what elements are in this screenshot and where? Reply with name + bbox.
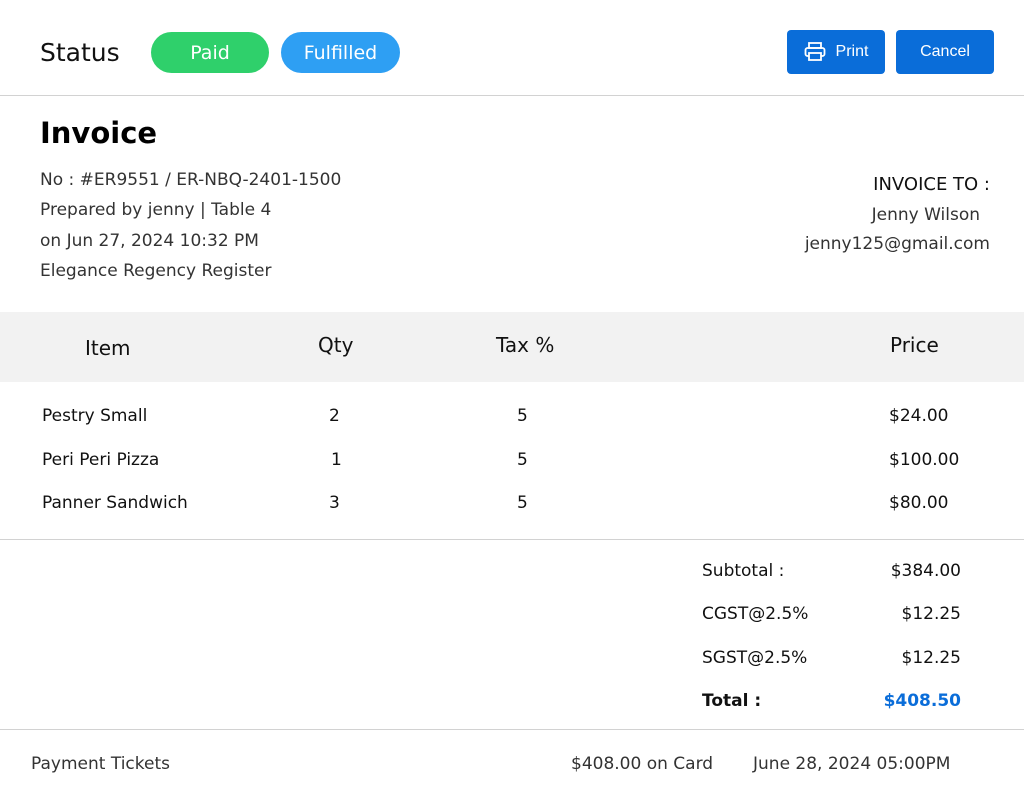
customer-email: jenny125@gmail.com xyxy=(804,234,990,254)
items-divider xyxy=(0,539,1024,540)
row-price: $80.00 xyxy=(889,493,949,513)
invoice-title: Invoice xyxy=(40,116,158,150)
row-item: Peri Peri Pizza xyxy=(42,450,160,470)
column-header-tax: Tax % xyxy=(496,333,555,357)
total-label: Total : xyxy=(702,691,762,711)
subtotal-value: $384.00 xyxy=(890,561,961,581)
header-divider xyxy=(0,95,1024,96)
cgst-label: CGST@2.5% xyxy=(702,604,809,624)
row-qty: 3 xyxy=(329,493,340,513)
row-qty: 1 xyxy=(331,450,342,470)
sgst-value: $12.25 xyxy=(901,648,961,668)
row-price: $24.00 xyxy=(889,406,949,426)
totals-divider xyxy=(0,729,1024,730)
row-item: Pestry Small xyxy=(42,406,148,426)
row-qty: 2 xyxy=(329,406,340,426)
payment-amount: $408.00 on Card xyxy=(571,754,714,774)
column-header-qty: Qty xyxy=(318,333,354,357)
status-label: Status xyxy=(40,38,120,67)
row-tax: 5 xyxy=(517,406,528,426)
prepared-by: Prepared by jenny | Table 4 xyxy=(40,200,272,220)
items-table-header: Item Qty Tax % Price xyxy=(0,312,1024,382)
total-value: $408.50 xyxy=(883,691,961,711)
printer-icon xyxy=(804,42,826,62)
cgst-value: $12.25 xyxy=(901,604,961,624)
sgst-label: SGST@2.5% xyxy=(702,648,808,668)
invoice-to-label: INVOICE TO : xyxy=(873,174,990,195)
register-name: Elegance Regency Register xyxy=(40,261,272,281)
paid-badge: Paid xyxy=(151,32,269,73)
column-header-price: Price xyxy=(890,333,939,357)
column-header-item: Item xyxy=(85,336,131,360)
subtotal-label: Subtotal : xyxy=(702,561,785,581)
invoice-number: No : #ER9551 / ER-NBQ-2401-1500 xyxy=(40,170,342,190)
row-tax: 5 xyxy=(517,493,528,513)
invoice-date: on Jun 27, 2024 10:32 PM xyxy=(40,231,259,251)
row-tax: 5 xyxy=(517,450,528,470)
payment-date: June 28, 2024 05:00PM xyxy=(753,754,951,774)
row-item: Panner Sandwich xyxy=(42,493,188,513)
payment-tickets-label: Payment Tickets xyxy=(31,754,170,774)
invoice-page: Status Paid Fulfilled Print Cancel Invoi… xyxy=(0,0,1024,803)
row-price: $100.00 xyxy=(889,450,960,470)
customer-name: Jenny Wilson xyxy=(871,205,980,225)
print-button[interactable]: Print xyxy=(787,30,885,74)
cancel-button[interactable]: Cancel xyxy=(896,30,994,74)
fulfilled-badge: Fulfilled xyxy=(281,32,400,73)
print-label: Print xyxy=(835,43,869,60)
